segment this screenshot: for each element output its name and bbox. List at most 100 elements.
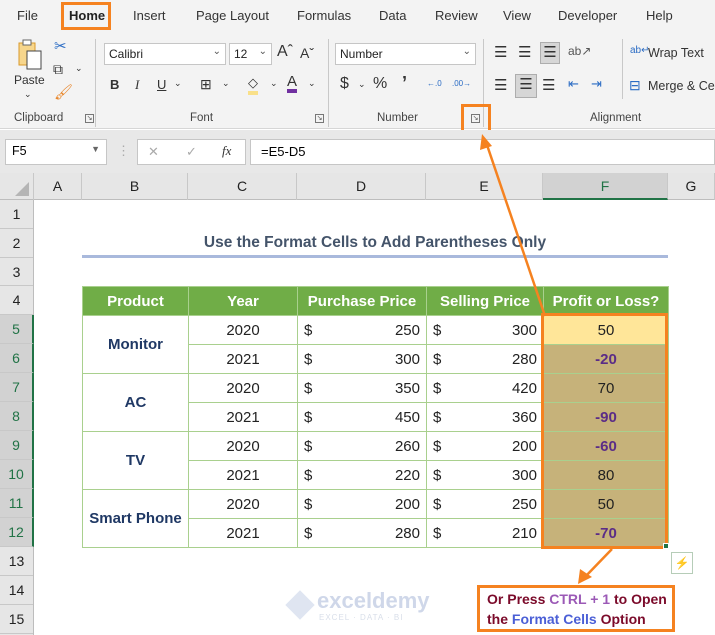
row-header-8[interactable]: 8 [0,402,34,431]
copy-icon[interactable]: ⧉ [53,61,63,78]
formula-input[interactable]: =E5-D5 [250,139,715,165]
wrap-text-icon[interactable]: ab↵ [630,45,650,56]
borders-icon[interactable]: ⊞ [200,76,212,93]
paste-button[interactable] [17,39,43,73]
underline-dropdown-chevron-icon[interactable]: ⌄ [174,78,182,89]
bottom-align-icon[interactable]: ☰ [540,42,560,64]
year-cell[interactable]: 2021 [188,344,298,374]
row-header-14[interactable]: 14 [0,576,33,605]
tab-page-layout[interactable]: Page Layout [196,8,269,23]
tab-insert[interactable]: Insert [133,8,166,23]
purchase-price-cell[interactable]: $220 [297,460,427,490]
align-center-icon[interactable]: ☰ [515,74,537,98]
quick-analysis-icon[interactable]: ⚡ [671,552,693,574]
tab-file[interactable]: File [17,8,38,23]
currency-dropdown-chevron-icon[interactable]: ⌄ [358,79,366,90]
year-cell[interactable]: 2021 [188,460,298,490]
shrink-font-icon[interactable]: Aˇ [300,45,314,61]
product-cell[interactable]: AC [82,373,189,432]
row-header-9[interactable]: 9 [0,431,34,460]
row-header-12[interactable]: 12 [0,518,34,547]
selling-price-cell[interactable]: $420 [426,373,544,403]
paste-dropdown-chevron-icon[interactable]: ⌄ [24,89,32,100]
number-format-dropdown[interactable]: Number ⌄ [335,43,476,65]
selling-price-cell[interactable]: $200 [426,431,544,461]
column-header-g[interactable]: G [668,173,715,200]
italic-button[interactable]: I [135,77,139,93]
fill-color-dropdown-chevron-icon[interactable]: ⌄ [270,78,278,89]
font-name-dropdown[interactable]: Calibri ⌄ [104,43,226,65]
year-cell[interactable]: 2021 [188,402,298,432]
underline-button[interactable]: U [157,77,166,92]
font-launcher-icon[interactable]: ↘ [315,114,324,123]
selling-price-cell[interactable]: $280 [426,344,544,374]
column-header-a[interactable]: A [34,173,82,200]
tab-formulas[interactable]: Formulas [297,8,351,23]
row-header-15[interactable]: 15 [0,605,33,634]
purchase-price-cell[interactable]: $350 [297,373,427,403]
tab-help[interactable]: Help [646,8,673,23]
increase-decimal-button[interactable]: ←.0 [427,79,442,88]
row-header-11[interactable]: 11 [0,489,34,518]
align-right-icon[interactable]: ☰ [542,76,555,94]
bold-button[interactable]: B [110,77,119,92]
purchase-price-cell[interactable]: $200 [297,489,427,519]
column-header-d[interactable]: D [297,173,426,200]
header-product[interactable]: Product [82,286,189,316]
tab-view[interactable]: View [503,8,531,23]
orientation-icon[interactable]: ab↗ [568,44,591,58]
format-painter-icon[interactable]: 🖌 [54,83,73,101]
row-header-6[interactable]: 6 [0,344,34,373]
font-color-icon[interactable]: A [287,74,298,93]
column-header-f[interactable]: F [543,173,668,200]
borders-dropdown-chevron-icon[interactable]: ⌄ [222,78,230,89]
row-header-5[interactable]: 5 [0,315,34,344]
copy-dropdown-chevron-icon[interactable]: ⌄ [75,63,83,74]
header-selling-price[interactable]: Selling Price [426,286,544,316]
row-header-4[interactable]: 4 [0,286,33,315]
fill-handle[interactable] [663,543,669,549]
purchase-price-cell[interactable]: $300 [297,344,427,374]
tab-review[interactable]: Review [435,8,478,23]
cut-icon[interactable]: ✂ [54,37,67,55]
row-header-2[interactable]: 2 [0,229,33,258]
product-cell[interactable]: TV [82,431,189,490]
fill-color-icon[interactable]: ◇ [248,75,258,95]
product-cell[interactable]: Smart Phone [82,489,189,548]
year-cell[interactable]: 2020 [188,489,298,519]
name-box-dropdown-icon[interactable]: ▼ [91,144,100,154]
selling-price-cell[interactable]: $300 [426,315,544,345]
top-align-icon[interactable]: ☰ [494,43,507,61]
selling-price-cell[interactable]: $300 [426,460,544,490]
increase-indent-icon[interactable]: ⇥ [591,76,602,92]
merge-center-icon[interactable]: ⊟ [629,77,641,94]
row-header-10[interactable]: 10 [0,460,34,489]
font-size-dropdown[interactable]: 12 ⌄ [229,43,272,65]
cancel-icon[interactable]: ✕ [148,144,159,160]
decrease-indent-icon[interactable]: ⇤ [568,76,579,92]
year-cell[interactable]: 2020 [188,431,298,461]
year-cell[interactable]: 2020 [188,373,298,403]
wrap-text-button[interactable]: Wrap Text [648,46,704,60]
clipboard-launcher-icon[interactable]: ↘ [85,114,94,123]
selling-price-cell[interactable]: $210 [426,518,544,548]
purchase-price-cell[interactable]: $250 [297,315,427,345]
column-header-b[interactable]: B [82,173,188,200]
row-header-1[interactable]: 1 [0,200,33,229]
selling-price-cell[interactable]: $250 [426,489,544,519]
row-header-7[interactable]: 7 [0,373,34,402]
header-profit-or-loss[interactable]: Profit or Loss? [543,286,669,316]
name-box[interactable]: F5 ▼ [5,139,107,165]
row-header-13[interactable]: 13 [0,547,33,576]
header-year[interactable]: Year [188,286,298,316]
column-header-e[interactable]: E [426,173,543,200]
merge-center-button[interactable]: Merge & Center [648,79,715,93]
sheet-title[interactable]: Use the Format Cells to Add Parentheses … [82,229,668,258]
year-cell[interactable]: 2020 [188,315,298,345]
enter-icon[interactable]: ✓ [186,144,197,160]
tab-developer[interactable]: Developer [558,8,617,23]
select-all-button[interactable] [0,173,34,200]
decrease-decimal-button[interactable]: .00→ [452,79,471,88]
align-left-icon[interactable]: ☰ [494,76,507,94]
year-cell[interactable]: 2021 [188,518,298,548]
